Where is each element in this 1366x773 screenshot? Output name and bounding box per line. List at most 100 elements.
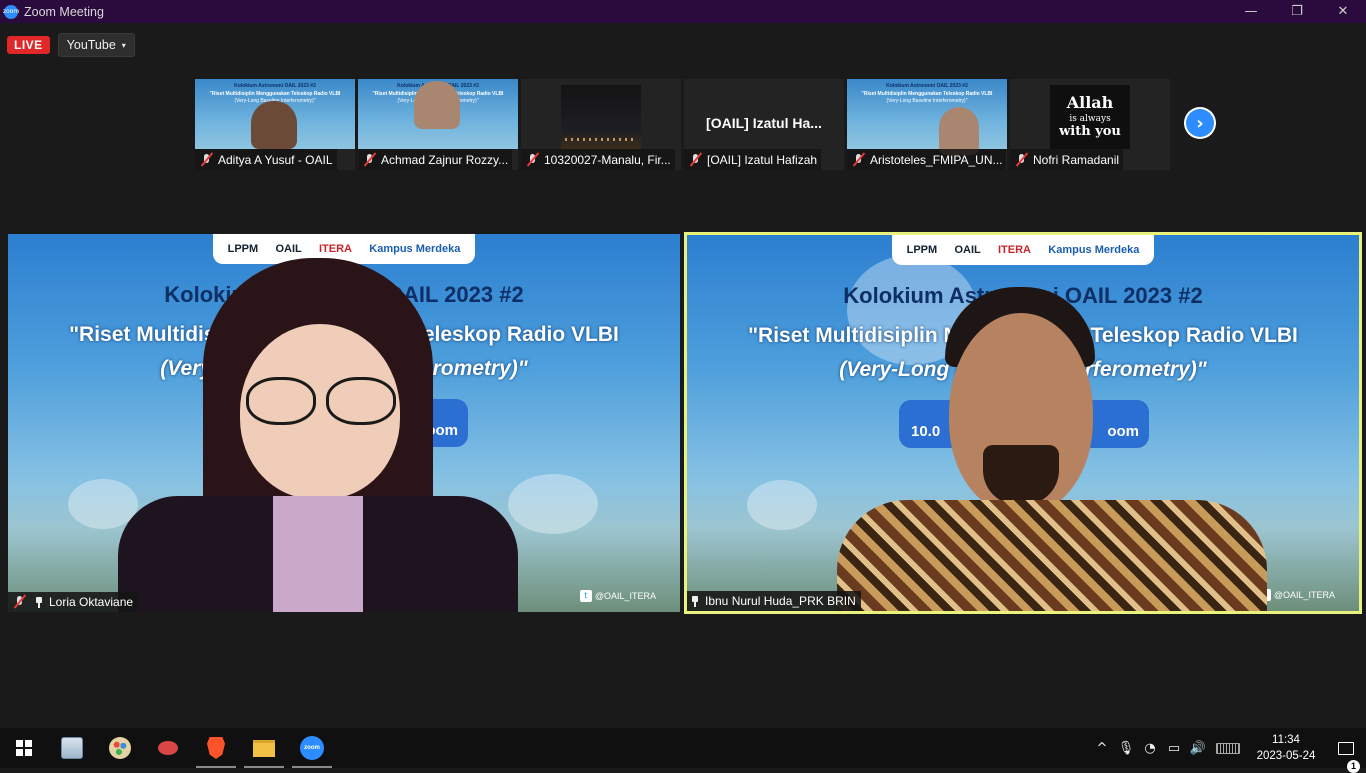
chevron-right-icon: › — [1186, 109, 1214, 137]
clock-time: 11:34 — [1272, 734, 1300, 746]
paint-palette-icon — [109, 737, 131, 759]
participant-name: Nofri Ramadanil — [1033, 152, 1120, 167]
participant-video — [561, 85, 641, 149]
logo-oail: OAIL — [954, 244, 981, 256]
pin-icon — [33, 596, 45, 608]
avatar-text: Allah — [1066, 93, 1114, 112]
slide-subtitle: "Riset Multidisiplin Menggunakan Telesko… — [209, 91, 341, 97]
brave-lion-icon — [207, 737, 225, 759]
keyboard-icon[interactable] — [1216, 742, 1240, 754]
participant-video: Kolokium Astronomi OAIL 2023 #2 "Riset M… — [358, 79, 518, 149]
participant-name: [OAIL] Izatul Hafizah — [707, 152, 818, 167]
mic-muted-icon — [12, 594, 28, 610]
glasses-graphic — [246, 377, 316, 425]
wifi-icon[interactable]: ◔ — [1138, 741, 1162, 756]
zoom-icon: zoom — [300, 736, 324, 760]
mic-muted-icon — [1014, 152, 1030, 168]
participant-name-label: Loria Oktaviane — [8, 592, 139, 612]
taskbar-paint[interactable] — [96, 728, 144, 768]
notification-icon — [1338, 741, 1354, 755]
slide-subtitle: "Riset Multidisiplin Menggunakan Telesko… — [861, 91, 993, 97]
participant-thumbnail[interactable]: Kolokium Astronomi OAIL 2023 #2 "Riset M… — [847, 79, 1007, 170]
microphone-icon[interactable]: 🎙 — [1114, 741, 1138, 756]
logo-kampus-merdeka: Kampus Merdeka — [1048, 244, 1140, 256]
taskbar-file-explorer[interactable] — [240, 728, 288, 768]
participant-avatar: Allah is always with you — [1050, 85, 1130, 149]
live-platform-dropdown[interactable]: YouTube ▾ — [57, 33, 135, 57]
windows-logo-icon — [16, 740, 32, 756]
slide-title: Kolokium Astronomi OAIL 2023 #2 — [234, 83, 316, 89]
participant-thumbnail[interactable]: Allah is always with you Nofri Ramadanil — [1010, 79, 1170, 170]
meeting-stage: LIVE YouTube ▾ Kolokium Astronomi OAIL 2… — [0, 23, 1366, 728]
calculator-icon — [61, 737, 83, 759]
snipping-tool-icon — [158, 741, 178, 755]
taskbar-clock[interactable]: 11:34 2023-05-24 — [1246, 732, 1326, 764]
twitter-handle: @OAIL_ITERA — [594, 591, 656, 601]
window-titlebar: zoom Zoom Meeting — ❐ ✕ — [0, 0, 1366, 23]
twitter-handle: @OAIL_ITERA — [1273, 590, 1335, 600]
mic-muted-icon — [851, 152, 867, 168]
minimize-button[interactable]: — — [1228, 0, 1274, 23]
notification-center-button[interactable]: 1 — [1326, 741, 1366, 773]
zoom-app-icon: zoom — [3, 4, 19, 19]
speaker-tile[interactable]: LPPM OAIL ITERA Kampus Merdeka Kolokium … — [8, 234, 680, 612]
participant-name-label: Nofri Ramadanil — [1010, 149, 1124, 170]
clock-date: 2023-05-24 — [1256, 750, 1316, 762]
mic-muted-icon — [525, 152, 541, 168]
glasses-graphic — [326, 377, 396, 425]
participant-thumbnail[interactable]: 10320027-Manalu, Fir... — [521, 79, 681, 170]
live-badge[interactable]: LIVE — [7, 36, 50, 54]
participant-name: Achmad Zajnur Rozzy... — [381, 152, 509, 167]
slide-title: Kolokium Astronomi OAIL 2023 #2 — [886, 83, 968, 89]
participant-name-label: Aditya A Yusuf - OAIL — [195, 149, 337, 170]
volume-icon[interactable]: 🔊 — [1186, 741, 1210, 756]
restore-button[interactable]: ❐ — [1274, 0, 1320, 23]
participant-name: 10320027-Manalu, Fir... — [544, 152, 671, 167]
participant-thumbnail[interactable]: [OAIL] Izatul Ha... [OAIL] Izatul Hafiza… — [684, 79, 844, 170]
avatar-text: is always — [1069, 114, 1111, 124]
next-page-button[interactable]: › — [1184, 107, 1216, 139]
participant-name-label: [OAIL] Izatul Hafizah — [684, 149, 822, 170]
slide-twitter-handle: t @OAIL_ITERA — [579, 590, 656, 602]
participant-name-label: Ibnu Nurul Huda_PRK BRIN — [687, 591, 861, 611]
taskbar-zoom[interactable]: zoom — [288, 728, 336, 768]
participant-name: Aristoteles_FMIPA_UN... — [870, 152, 1003, 167]
sponsor-logos: LPPM OAIL ITERA Kampus Merdeka — [892, 235, 1154, 265]
participant-face — [414, 81, 460, 129]
mic-muted-icon — [362, 152, 378, 168]
taskbar-brave[interactable] — [192, 728, 240, 768]
participant-shirt — [273, 496, 363, 612]
twitter-icon: t — [579, 590, 592, 602]
logo-oail: OAIL — [275, 243, 302, 255]
participant-name: Aditya A Yusuf - OAIL — [218, 152, 333, 167]
slide-twitter-handle: t @OAIL_ITERA — [1258, 589, 1335, 601]
participant-thumbnail[interactable]: Kolokium Astronomi OAIL 2023 #2 "Riset M… — [195, 79, 355, 170]
slide-info-text: oom — [1107, 423, 1139, 440]
participant-face — [939, 107, 979, 155]
logo-itera: ITERA — [319, 243, 352, 255]
participant-name-label: Achmad Zajnur Rozzy... — [358, 149, 513, 170]
active-speaker-tile[interactable]: LPPM OAIL ITERA Kampus Merdeka Kolokium … — [684, 232, 1362, 614]
mic-muted-icon — [688, 152, 704, 168]
participant-batik-shirt — [837, 500, 1267, 611]
logo-kampus-merdeka: Kampus Merdeka — [369, 243, 461, 255]
mic-muted-icon — [199, 152, 215, 168]
radio-dish-graphic — [508, 474, 598, 534]
close-button[interactable]: ✕ — [1320, 0, 1366, 23]
start-button[interactable] — [0, 728, 48, 768]
logo-lppm: LPPM — [906, 244, 938, 256]
participant-video: Kolokium Astronomi OAIL 2023 #2 "Riset M… — [847, 79, 1007, 155]
participant-thumbnail[interactable]: Kolokium Astronomi OAIL 2023 #2 "Riset M… — [358, 79, 518, 170]
taskbar-snipping-tool[interactable] — [144, 728, 192, 768]
chevron-up-icon[interactable]: ^ — [1090, 741, 1114, 756]
taskbar-calculator[interactable] — [48, 728, 96, 768]
windows-taskbar: zoom ^ 🎙 ◔ ▭ 🔊 11:34 2023-05-24 1 — [0, 728, 1366, 773]
folder-icon — [253, 739, 275, 757]
participant-name-label: 10320027-Manalu, Fir... — [521, 149, 675, 170]
slide-subtitle: (Very-Long Baseline Interferometry)" — [886, 98, 968, 104]
logo-lppm: LPPM — [227, 243, 259, 255]
battery-icon[interactable]: ▭ — [1162, 741, 1186, 756]
window-title: Zoom Meeting — [24, 4, 104, 19]
avatar-text: with you — [1059, 124, 1121, 139]
live-platform-label: YouTube — [66, 38, 116, 52]
